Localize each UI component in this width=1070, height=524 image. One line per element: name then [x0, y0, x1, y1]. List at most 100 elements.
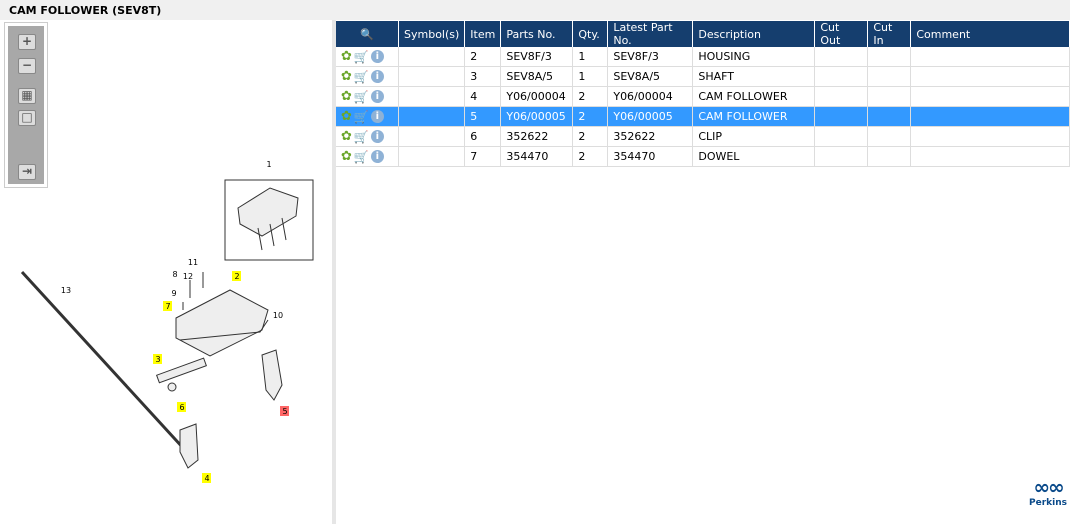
cell-item: 3	[464, 66, 502, 87]
cell-cut-out	[814, 126, 869, 147]
cart-icon[interactable]: 🛒	[354, 90, 369, 104]
callout-11[interactable]: 11	[188, 258, 198, 267]
housing	[175, 289, 269, 357]
cell-cut-out	[814, 146, 869, 167]
table-row[interactable]: ✿ 🛒 i 2 SEV8F/3 1 SEV8F/3 HOUSING	[336, 47, 1070, 67]
actual-size-button[interactable]: □	[18, 110, 36, 126]
cart-icon[interactable]: 🛒	[354, 50, 369, 64]
header-comment[interactable]: Comment	[910, 21, 1070, 47]
cell-symbols	[398, 126, 466, 147]
callout-5[interactable]: 5	[282, 407, 287, 416]
info-icon[interactable]: i	[370, 110, 384, 123]
row-actions: ✿ 🛒 i	[336, 47, 399, 67]
callout-12[interactable]: 12	[183, 272, 193, 281]
cell-item: 5	[464, 106, 502, 127]
table-row[interactable]: ✿ 🛒 i 7 354470 2 354470 DOWEL	[336, 146, 1070, 167]
callout-8[interactable]: 8	[172, 270, 177, 279]
cell-qty: 2	[572, 86, 609, 107]
cell-item: 6	[464, 126, 502, 147]
fit-view-button[interactable]: ▦	[18, 88, 36, 104]
cell-parts-no: SEV8F/3	[500, 47, 574, 67]
header-qty[interactable]: Qty.	[572, 21, 609, 47]
header-cut-out[interactable]: Cut Out	[814, 21, 869, 47]
header-symbols[interactable]: Symbol(s)	[398, 21, 466, 47]
cell-comment	[910, 47, 1070, 67]
cell-description: CAM FOLLOWER	[692, 106, 816, 127]
cell-comment	[910, 106, 1070, 127]
cart-icon[interactable]: 🛒	[354, 150, 369, 164]
info-icon[interactable]: i	[370, 70, 384, 83]
cell-description: HOUSING	[692, 47, 816, 67]
perkins-logo: ∞∞ Perkins	[1029, 475, 1067, 508]
header-cut-in[interactable]: Cut In	[867, 21, 912, 47]
row-actions: ✿ 🛒 i	[336, 86, 399, 107]
cart-icon[interactable]: 🛒	[354, 70, 369, 84]
table-row[interactable]: ✿ 🛒 i 6 352622 2 352622 CLIP	[336, 126, 1070, 147]
callout-4[interactable]: 4	[204, 474, 209, 483]
row-actions: ✿ 🛒 i	[336, 146, 399, 167]
cell-description: SHAFT	[692, 66, 816, 87]
cell-item: 7	[464, 146, 502, 167]
cell-cut-in	[867, 146, 912, 167]
row-actions: ✿ 🛒 i	[336, 126, 399, 147]
info-icon[interactable]: i	[370, 150, 384, 163]
gear-icon[interactable]: ✿	[341, 69, 352, 84]
parts-table: 🔍 Symbol(s) Item Parts No. Qty. Latest P…	[336, 21, 1070, 167]
cell-qty: 1	[572, 47, 609, 67]
callout-2[interactable]: 2	[234, 272, 239, 281]
cell-parts-no: SEV8A/5	[500, 66, 574, 87]
info-icon[interactable]: i	[370, 90, 384, 103]
zoom-in-button[interactable]: +	[18, 34, 36, 50]
cart-icon[interactable]: 🛒	[354, 110, 369, 124]
cell-qty: 2	[572, 146, 609, 167]
gear-icon[interactable]: ✿	[341, 109, 352, 124]
zoom-out-button[interactable]: −	[18, 58, 36, 74]
callout-7[interactable]: 7	[165, 302, 170, 311]
cell-comment	[910, 126, 1070, 147]
cell-parts-no: Y06/00005	[500, 106, 574, 127]
cell-symbols	[398, 47, 466, 67]
exploded-parts-diagram[interactable]: 1 2 3 4 5 6 7 8 9 10 11 12 13	[0, 150, 332, 510]
cell-symbols	[398, 66, 466, 87]
cell-comment	[910, 146, 1070, 167]
gear-icon[interactable]: ✿	[341, 149, 352, 164]
table-row[interactable]: ✿ 🛒 i 3 SEV8A/5 1 SEV8A/5 SHAFT	[336, 66, 1070, 87]
callout-3[interactable]: 3	[155, 355, 160, 364]
cell-qty: 1	[572, 66, 609, 87]
info-icon[interactable]: i	[370, 50, 384, 63]
callout-10[interactable]: 10	[273, 311, 283, 320]
callout-6[interactable]: 6	[179, 403, 184, 412]
clip	[167, 382, 177, 392]
column-search-icon[interactable]: 🔍	[336, 21, 399, 47]
cell-latest-part-no: SEV8F/3	[607, 47, 694, 67]
header-parts-no[interactable]: Parts No.	[500, 21, 574, 47]
cell-description: CLIP	[692, 126, 816, 147]
gear-icon[interactable]: ✿	[341, 49, 352, 64]
cell-latest-part-no: 354470	[607, 146, 694, 167]
row-actions: ✿ 🛒 i	[336, 106, 399, 127]
gear-icon[interactable]: ✿	[341, 89, 352, 104]
header-item[interactable]: Item	[464, 21, 502, 47]
cell-item: 4	[464, 86, 502, 107]
cell-comment	[910, 66, 1070, 87]
cell-qty: 2	[572, 106, 609, 127]
table-row[interactable]: ✿ 🛒 i 4 Y06/00004 2 Y06/00004 CAM FOLLOWER	[336, 86, 1070, 107]
cell-symbols	[398, 106, 466, 127]
header-description[interactable]: Description	[692, 21, 816, 47]
cell-cut-out	[814, 66, 869, 87]
cell-cut-in	[867, 106, 912, 127]
cam-follower-5	[261, 349, 283, 401]
callout-1[interactable]: 1	[266, 160, 271, 169]
callout-9[interactable]: 9	[171, 289, 176, 298]
cell-cut-in	[867, 86, 912, 107]
gear-icon[interactable]: ✿	[341, 129, 352, 144]
cell-parts-no: 354470	[500, 146, 574, 167]
header-latest-part-no[interactable]: Latest Part No.	[607, 21, 694, 47]
cart-icon[interactable]: 🛒	[354, 130, 369, 144]
cell-latest-part-no: Y06/00004	[607, 86, 694, 107]
cell-description: DOWEL	[692, 146, 816, 167]
table-row[interactable]: ✿ 🛒 i 5 Y06/00005 2 Y06/00005 CAM FOLLOWER	[336, 106, 1070, 127]
info-icon[interactable]: i	[370, 130, 384, 143]
callout-13[interactable]: 13	[61, 286, 71, 295]
cell-latest-part-no: 352622	[607, 126, 694, 147]
